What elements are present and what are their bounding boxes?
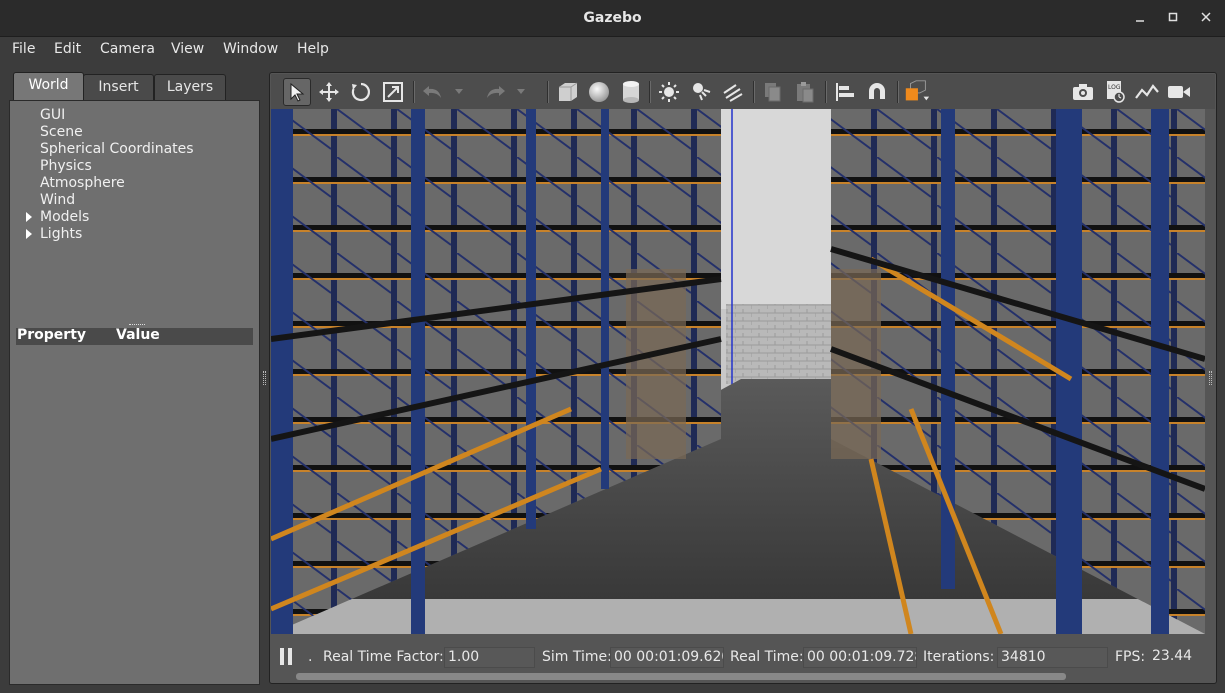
warehouse-scene-render <box>271 109 1205 634</box>
svg-text:LOG: LOG <box>1108 84 1121 91</box>
sphere-shape-icon[interactable] <box>585 78 613 106</box>
close-icon[interactable] <box>1196 8 1216 28</box>
tab-layers[interactable]: Layers <box>154 74 226 100</box>
select-arrow-icon[interactable] <box>283 78 311 106</box>
maximize-icon[interactable] <box>1163 8 1183 28</box>
sim-time-value: 00 00:01:09.620 <box>610 647 724 668</box>
real-time-factor-value: 1.00 <box>444 647 535 668</box>
real-time-factor-label: Real Time Factor: <box>323 649 444 665</box>
menu-view[interactable]: View <box>171 41 204 57</box>
tree-item-spherical-coordinates[interactable]: Spherical Coordinates <box>40 141 194 157</box>
horizontal-scrollbar[interactable] <box>296 673 1066 680</box>
copy-icon[interactable] <box>759 78 787 106</box>
view-angle-icon[interactable] <box>903 78 931 106</box>
iterations-label: Iterations: <box>923 649 995 665</box>
world-tree-panel: GUI Scene Spherical Coordinates Physics … <box>9 100 260 685</box>
plot-icon[interactable] <box>1133 78 1161 106</box>
minimize-icon[interactable] <box>1130 8 1150 28</box>
screenshot-icon[interactable] <box>1069 78 1097 106</box>
tree-item-scene[interactable]: Scene <box>40 124 83 140</box>
point-light-icon[interactable] <box>655 78 683 106</box>
iterations-value: 34810 <box>997 647 1108 668</box>
undo-icon[interactable] <box>419 78 447 106</box>
log-icon[interactable]: LOG <box>1101 78 1129 106</box>
menu-file[interactable]: File <box>12 41 35 57</box>
tab-insert[interactable]: Insert <box>83 74 154 100</box>
real-time-label: Real Time: <box>730 649 804 665</box>
magnet-snap-icon[interactable] <box>863 78 891 106</box>
undo-history-dropdown-icon[interactable] <box>451 78 467 106</box>
tab-world[interactable]: World <box>13 72 84 101</box>
tree-item-atmosphere[interactable]: Atmosphere <box>40 175 125 191</box>
status-bar: . Real Time Factor: 1.00 Sim Time: 00 00… <box>271 638 1215 682</box>
toolbar: LOG <box>271 74 1215 109</box>
redo-icon[interactable] <box>481 78 509 106</box>
left-panel: World Insert Layers GUI Scene Spherical … <box>9 72 260 685</box>
tree-item-lights[interactable]: Lights <box>40 226 82 242</box>
expand-arrow-icon[interactable] <box>26 229 32 239</box>
tree-item-wind[interactable]: Wind <box>40 192 75 208</box>
directional-light-icon[interactable] <box>719 78 747 106</box>
box-shape-icon[interactable] <box>553 78 581 106</box>
scene-viewport[interactable] <box>271 109 1205 634</box>
step-indicator: . <box>308 649 313 665</box>
menu-help[interactable]: Help <box>297 41 329 57</box>
menu-edit[interactable]: Edit <box>54 41 81 57</box>
left-splitter-handle[interactable] <box>263 371 266 385</box>
window-title: Gazebo <box>583 10 642 26</box>
fps-value: 23.44 <box>1152 648 1193 664</box>
menu-window[interactable]: Window <box>223 41 278 57</box>
record-video-icon[interactable] <box>1165 78 1193 106</box>
real-time-value: 00 00:01:09.728 <box>803 647 917 668</box>
right-splitter-handle[interactable] <box>1209 371 1212 385</box>
spot-light-icon[interactable] <box>687 78 715 106</box>
sim-time-label: Sim Time: <box>542 649 612 665</box>
menu-bar: File Edit Camera View Window Help <box>0 37 1225 63</box>
tree-item-models[interactable]: Models <box>40 209 89 225</box>
title-bar: Gazebo <box>0 0 1225 37</box>
translate-icon[interactable] <box>315 78 343 106</box>
pause-icon[interactable] <box>280 648 294 666</box>
menu-camera[interactable]: Camera <box>100 41 155 57</box>
property-column-header: Property <box>17 327 87 343</box>
render-panel: LOG . Real Time Factor: 1.00 Sim Time: 0… <box>269 72 1217 684</box>
paste-icon[interactable] <box>791 78 819 106</box>
cylinder-shape-icon[interactable] <box>617 78 645 106</box>
align-icon[interactable] <box>831 78 859 106</box>
scale-icon[interactable] <box>379 78 407 106</box>
panel-splitter-handle[interactable] <box>129 324 145 326</box>
fps-label: FPS: <box>1115 649 1146 665</box>
property-table-header: Property Value <box>16 327 253 345</box>
tree-item-physics[interactable]: Physics <box>40 158 92 174</box>
redo-history-dropdown-icon[interactable] <box>513 78 529 106</box>
expand-arrow-icon[interactable] <box>26 212 32 222</box>
rotate-icon[interactable] <box>347 78 375 106</box>
value-column-header: Value <box>116 327 160 343</box>
tree-item-gui[interactable]: GUI <box>40 107 65 123</box>
